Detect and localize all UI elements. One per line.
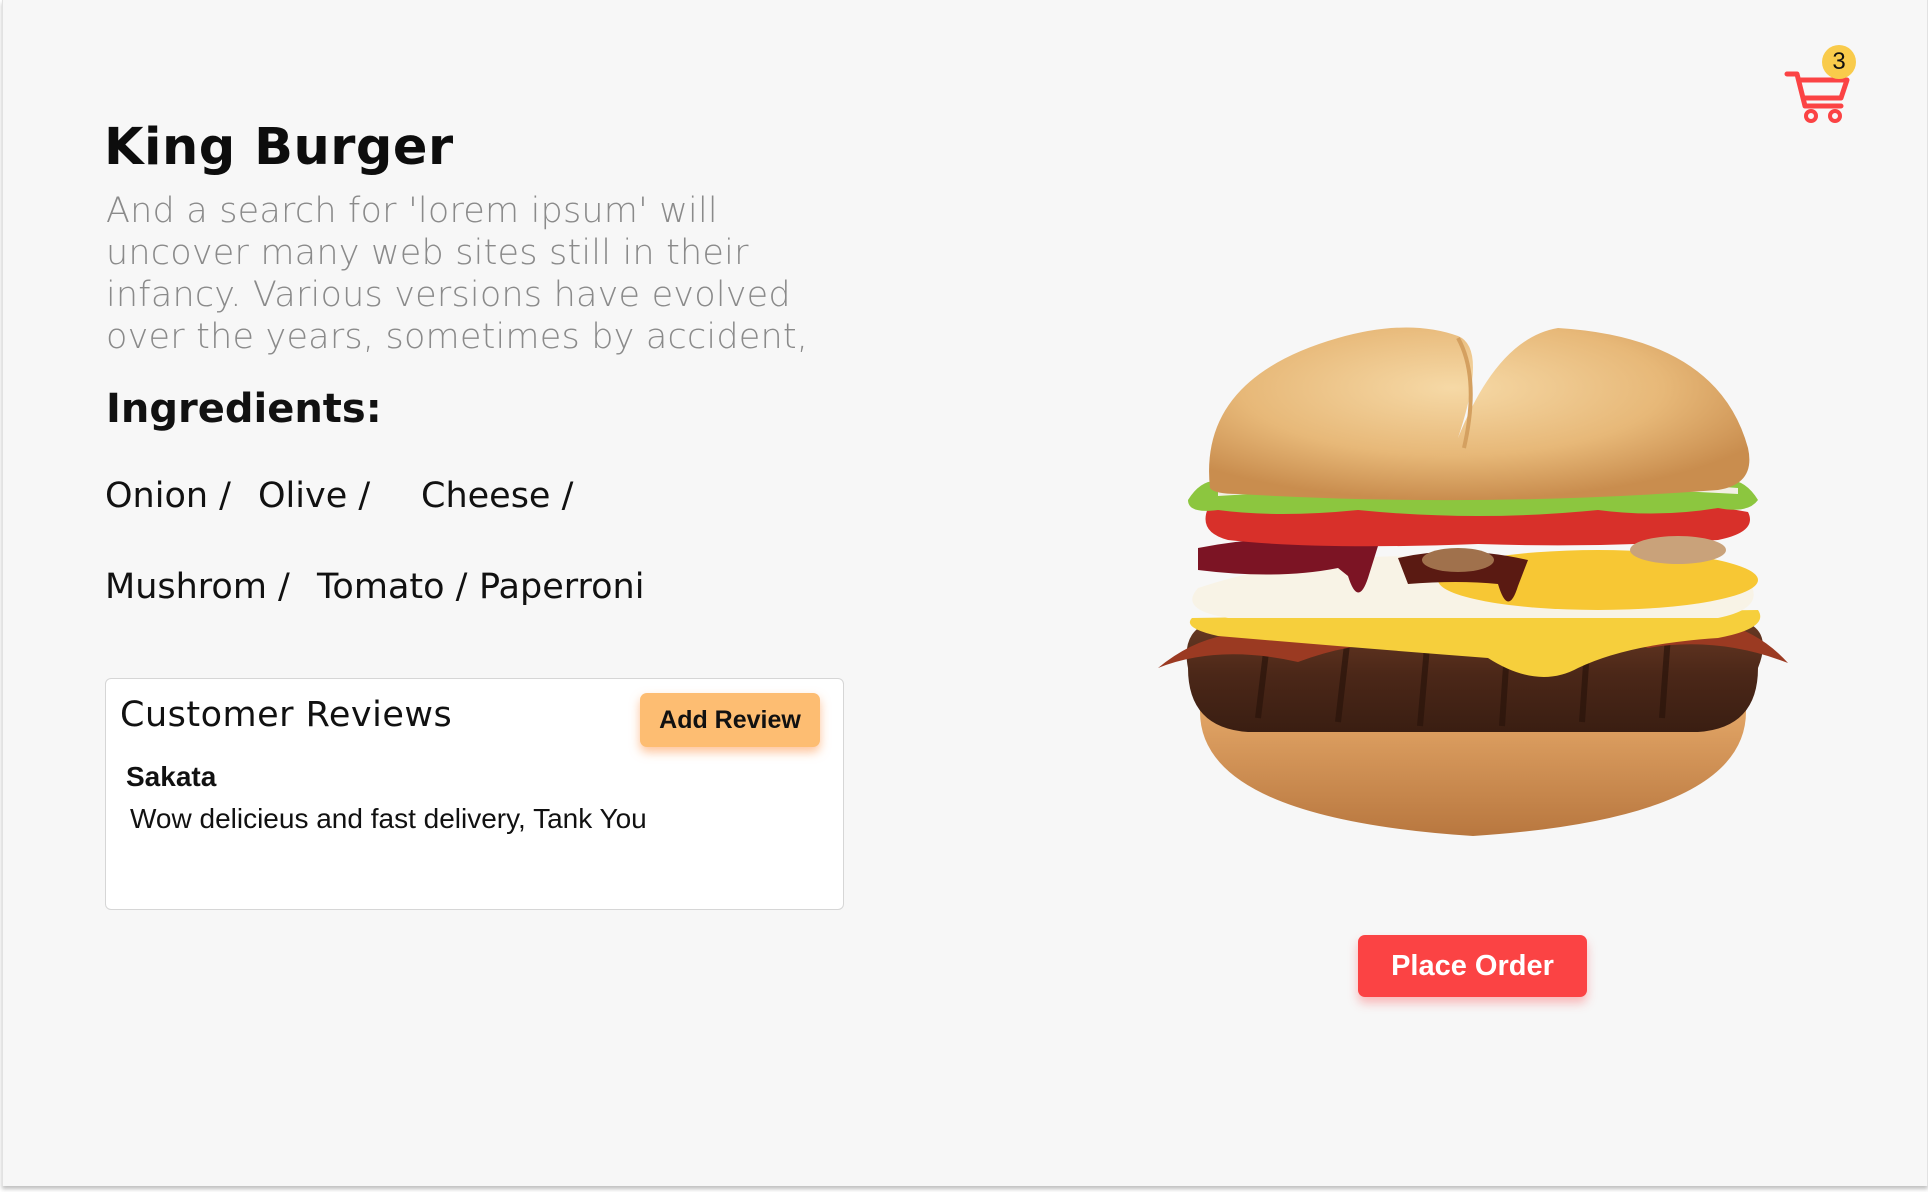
cart-count-badge: 3 [1822,45,1856,79]
ingredient-mushrom: Mushrom / [105,567,290,607]
ingredient-tomato: Tomato / [317,567,468,607]
burger-image [1158,327,1788,836]
customer-reviews-card: Customer Reviews Add Review Sakata Wow d… [105,678,844,910]
reviewer-name: Sakata [126,761,217,792]
product-page: King Burger And a search for 'lorem ipsu… [2,0,1928,1186]
ingredient-cheese: Cheese / [421,476,574,516]
product-title: King Burger [104,118,454,177]
add-review-button[interactable]: Add Review [640,693,820,747]
ingredients-heading: Ingredients: [106,386,382,432]
reviews-title: Customer Reviews [120,695,453,735]
ingredient-paperroni: Paperroni [479,567,645,607]
place-order-button[interactable]: Place Order [1358,935,1587,997]
ingredient-olive: Olive / [258,476,371,516]
ingredient-onion: Onion / [105,476,231,516]
product-description: And a search for 'lorem ipsum' will unco… [106,191,809,357]
review-text: Wow delicieus and fast delivery, Tank Yo… [130,803,647,834]
